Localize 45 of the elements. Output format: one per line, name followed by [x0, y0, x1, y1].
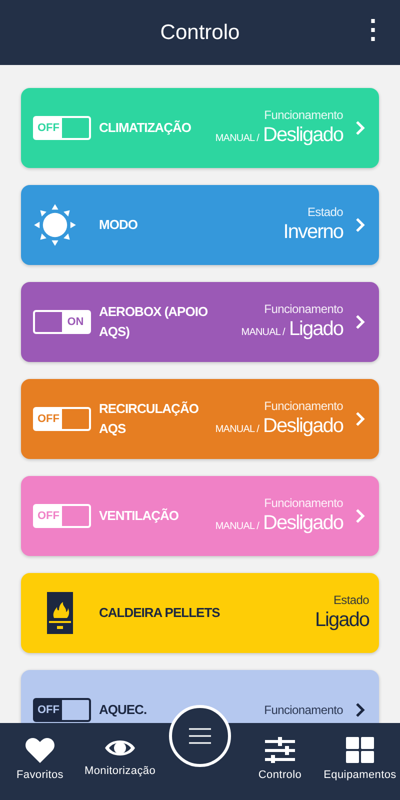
status-value: Desligado: [263, 123, 343, 148]
sun-icon: [33, 203, 77, 247]
mode-text: MANUAL /: [241, 327, 285, 338]
nav-tab[interactable]: Equipamentos: [320, 723, 400, 800]
control-card[interactable]: MODO Estado Inverno: [21, 185, 379, 265]
grid-icon: [346, 737, 374, 763]
nav-tab[interactable]: Controlo: [240, 723, 320, 800]
status-value: Ligado: [288, 317, 343, 342]
device-name: CALDEIRA PELLETS: [99, 604, 221, 622]
toggle-switch[interactable]: ON: [33, 310, 91, 334]
device-name: CLIMATIZAÇÃO: [99, 119, 192, 137]
nav-tab[interactable]: Monitorização: [80, 723, 160, 800]
mode-text: MANUAL /: [215, 133, 260, 144]
heart-icon: [25, 737, 55, 763]
status-label: Funcionamento: [264, 496, 343, 510]
status-value: Desligado: [263, 511, 343, 536]
status-label: Estado: [333, 593, 369, 607]
sliders-icon: [265, 737, 295, 763]
status-value: Desligado: [263, 414, 343, 439]
toggle-switch[interactable]: OFF: [33, 504, 91, 528]
boiler-icon: [47, 592, 73, 634]
control-card[interactable]: CALDEIRA PELLETS Estado Ligado: [21, 573, 379, 653]
device-name: RECIRCULAÇÃO AQS: [99, 400, 200, 438]
nav-tab[interactable]: Favoritos: [0, 723, 80, 800]
toggle-switch[interactable]: OFF: [33, 698, 91, 722]
status-label: Funcionamento: [264, 302, 343, 316]
control-card[interactable]: OFF RECIRCULAÇÃO AQS Funcionamento MANUAL / Desligado: [21, 379, 379, 459]
device-name: VENTILAÇÃO: [99, 507, 180, 525]
control-card[interactable]: OFF VENTILAÇÃO Funcionamento MANUAL / Desligado: [21, 476, 379, 556]
status-label: Funcionamento: [264, 703, 343, 717]
toggle-switch[interactable]: OFF: [33, 407, 91, 431]
more-options-icon[interactable]: ⋮: [360, 16, 386, 42]
device-name: MODO: [99, 216, 138, 234]
device-name: AEROBOX (APOIO AQS): [99, 303, 209, 341]
status-label: Funcionamento: [264, 399, 343, 413]
status-value: Ligado: [314, 608, 369, 633]
menu-icon: [189, 727, 211, 745]
status-value: Inverno: [283, 220, 343, 245]
control-card[interactable]: ON AEROBOX (APOIO AQS) Funcionamento MANUAL / Ligado: [21, 282, 379, 362]
screen-title: Controlo: [160, 20, 240, 44]
mode-text: MANUAL /: [215, 521, 260, 532]
mode-text: MANUAL /: [215, 424, 260, 435]
status-label: Funcionamento: [264, 108, 343, 122]
device-name: AQUEC.: [99, 701, 148, 719]
status-label: Estado: [307, 205, 343, 219]
